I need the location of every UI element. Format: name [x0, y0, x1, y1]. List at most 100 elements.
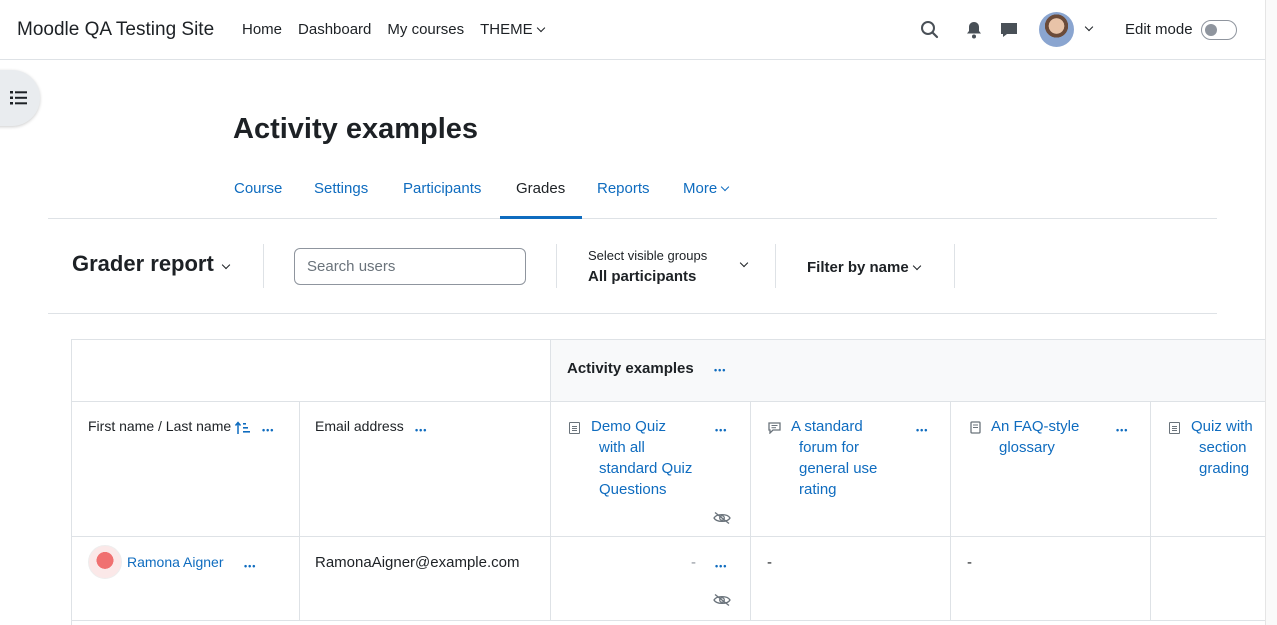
activity-title-line: rating — [799, 481, 837, 498]
user-menu-chevron-down-icon[interactable] — [1084, 22, 1094, 32]
report-selector[interactable]: Grader report — [72, 251, 231, 277]
activity-column-header: Demo Quiz with all standard Quiz Questio… — [551, 402, 751, 537]
glossary-icon — [970, 421, 981, 434]
tab-more-label: More — [683, 180, 718, 197]
nav-theme-label: THEME — [480, 21, 533, 38]
filter-by-name-label: Filter by name — [807, 259, 909, 276]
nav-dashboard[interactable]: Dashboard — [298, 21, 371, 38]
divider — [556, 244, 557, 288]
activity-title-link[interactable]: Quiz with section grading — [1191, 416, 1265, 479]
activity-title-line: Questions — [599, 481, 667, 498]
grade-cell[interactable] — [1151, 537, 1265, 621]
active-tab-indicator — [500, 216, 582, 219]
activity-column-header: Quiz with section grading — [1151, 402, 1265, 537]
chevron-down-icon — [536, 23, 545, 33]
activity-title-line: An FAQ-style — [991, 418, 1080, 435]
activity-title-line: A standard — [791, 418, 863, 435]
tab-more[interactable]: More — [683, 180, 730, 197]
tab-participants[interactable]: Participants — [403, 180, 481, 197]
groups-chevron-down-icon[interactable] — [739, 258, 749, 268]
nav-my-courses[interactable]: My courses — [387, 21, 464, 38]
name-column-header: First name / Last name — [72, 402, 300, 537]
chevron-down-icon — [221, 260, 231, 270]
activity-title-line: grading — [1199, 460, 1250, 477]
grader-table: Activity examples First name / Last name… — [71, 339, 1265, 625]
tab-course[interactable]: Course — [234, 180, 282, 197]
grade-value: - — [691, 554, 696, 571]
chevron-down-icon — [912, 261, 921, 271]
report-title: Grader report — [72, 251, 214, 276]
name-column-label[interactable]: First name / Last name — [88, 418, 231, 434]
email-column-header: Email address — [300, 402, 551, 537]
eye-slash-hidden-icon — [713, 512, 731, 524]
grade-value: - — [967, 554, 972, 571]
edit-mode-label: Edit mode — [1125, 21, 1193, 38]
student-name-link[interactable]: Ramona Aigner — [127, 554, 224, 570]
name-column-actions-menu-icon[interactable] — [262, 424, 274, 434]
grade-cell[interactable]: - — [751, 537, 951, 621]
eye-slash-hidden-icon — [713, 594, 731, 606]
primary-navigation: Home Dashboard My courses THEME — [242, 21, 545, 38]
grade-cell[interactable]: - — [551, 537, 751, 621]
category-header: Activity examples — [551, 340, 1265, 402]
empty-header-cell — [72, 340, 551, 402]
activity-title-line: Quiz with — [1191, 418, 1253, 435]
activity-column-header: An FAQ-style glossary — [951, 402, 1151, 537]
course-secondary-navigation: Course Settings Participants Grades Repo… — [48, 170, 1217, 219]
top-navbar: Moodle QA Testing Site Home Dashboard My… — [0, 0, 1265, 60]
activity-title-line: section — [1199, 439, 1247, 456]
activity-title-line: Demo Quiz — [591, 418, 667, 435]
activity-title-link[interactable]: Demo Quiz with all standard Quiz Questio… — [591, 416, 711, 500]
activity-column-header: A standard forum for general use rating — [751, 402, 951, 537]
tab-settings[interactable]: Settings — [314, 180, 368, 197]
page-scrollbar[interactable] — [1265, 0, 1277, 625]
divider — [263, 244, 264, 288]
email-column-label[interactable]: Email address — [315, 418, 404, 434]
search-users-input[interactable] — [294, 248, 526, 285]
nav-home[interactable]: Home — [242, 21, 282, 38]
grader-action-bar: Grader report Select visible groups All … — [48, 230, 1217, 314]
activity-title-line: standard Quiz — [599, 460, 693, 477]
notifications-bell-icon[interactable] — [964, 20, 984, 40]
course-index-drawer-button[interactable] — [0, 70, 40, 126]
activity-actions-menu-icon[interactable] — [715, 424, 727, 434]
student-email-cell: RamonaAigner@example.com — [300, 537, 551, 621]
user-avatar[interactable] — [1039, 12, 1074, 47]
chevron-down-icon — [720, 182, 730, 192]
activity-title-link[interactable]: An FAQ-style glossary — [991, 416, 1121, 458]
grade-cell[interactable]: - — [951, 537, 1151, 621]
activity-actions-menu-icon[interactable] — [1116, 424, 1128, 434]
student-name-cell: Ramona Aigner — [72, 537, 300, 621]
student-actions-menu-icon[interactable] — [244, 560, 256, 570]
grade-actions-menu-icon[interactable] — [715, 560, 727, 570]
groups-label: Select visible groups — [588, 248, 708, 263]
activity-title-link[interactable]: A standard forum for general use rating — [791, 416, 911, 500]
list-icon — [10, 91, 27, 105]
activity-title-line: forum for — [799, 439, 860, 456]
tab-reports[interactable]: Reports — [597, 180, 650, 197]
page-title: Activity examples — [233, 113, 479, 145]
search-icon[interactable] — [920, 20, 940, 40]
filter-by-name-button[interactable]: Filter by name — [807, 259, 921, 276]
edit-mode-toggle[interactable] — [1201, 20, 1237, 40]
tab-grades[interactable]: Grades — [516, 180, 565, 197]
student-email: RamonaAigner@example.com — [315, 554, 520, 571]
activity-title-line: with all — [599, 439, 645, 456]
activity-actions-menu-icon[interactable] — [916, 424, 928, 434]
forum-icon — [768, 422, 781, 434]
messages-chat-icon[interactable] — [999, 20, 1019, 40]
category-actions-menu-icon[interactable] — [714, 364, 726, 374]
email-column-actions-menu-icon[interactable] — [415, 424, 427, 434]
activity-title-line: glossary — [999, 439, 1055, 456]
divider — [954, 244, 955, 288]
category-name: Activity examples — [567, 360, 694, 377]
quiz-icon — [1169, 422, 1180, 434]
activity-title-line: general use — [799, 460, 878, 477]
nav-theme-menu[interactable]: THEME — [480, 21, 545, 38]
grade-value: - — [767, 554, 772, 571]
site-name[interactable]: Moodle QA Testing Site — [17, 19, 214, 41]
quiz-icon — [569, 422, 580, 434]
divider — [775, 244, 776, 288]
sort-ascending-icon[interactable] — [235, 421, 251, 435]
groups-selector[interactable]: All participants — [588, 268, 696, 285]
